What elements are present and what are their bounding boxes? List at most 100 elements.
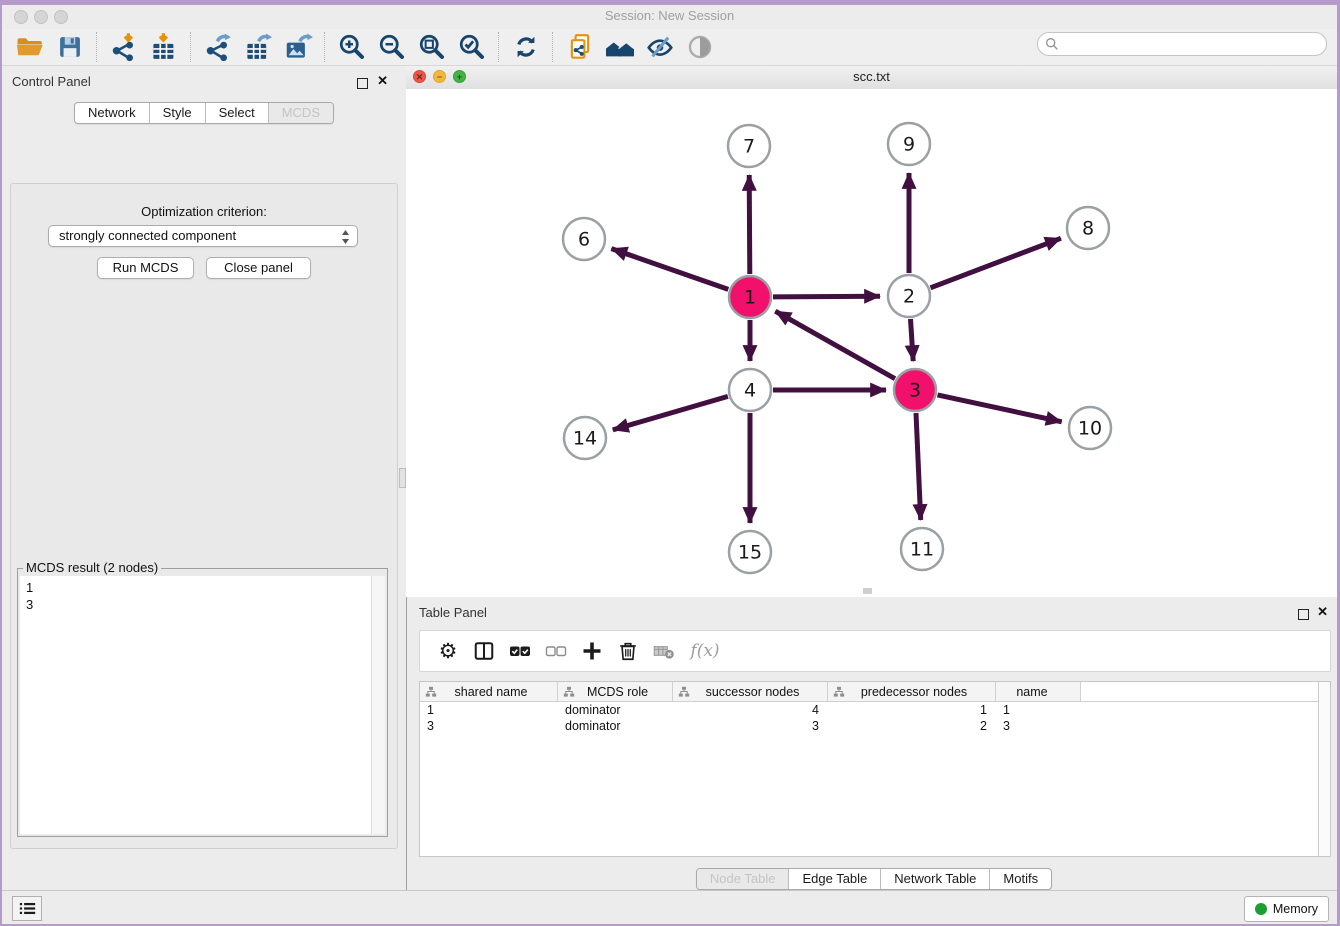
create-column-button[interactable] [574, 633, 610, 669]
control-panel-close-button[interactable]: ✕ [377, 76, 388, 86]
graph-edge-1-2[interactable] [773, 296, 880, 297]
import-table-button[interactable] [147, 31, 181, 63]
deselect-all-columns-button[interactable] [538, 633, 574, 669]
memory-button[interactable]: Memory [1244, 896, 1329, 922]
column-header-shared-name[interactable]: shared name [420, 682, 558, 701]
graph-node-14[interactable]: 14 [564, 417, 606, 459]
table-cell[interactable]: 3 [996, 719, 1081, 733]
table-cell[interactable]: 3 [673, 719, 828, 733]
table-cell[interactable]: 1 [420, 703, 558, 717]
select-all-columns-button[interactable] [502, 633, 538, 669]
desktop-edge [0, 0, 1340, 5]
export-network-button[interactable] [201, 31, 235, 63]
import-network-button[interactable] [107, 31, 141, 63]
tab-network[interactable]: Network [75, 103, 149, 123]
column-header-name[interactable]: name [996, 682, 1081, 701]
node-table: shared name MCDS role successor nodes pr… [419, 681, 1331, 857]
network-canvas[interactable]: 7 9 6 8 1 2 4 3 14 10 15 11 [406, 89, 1337, 597]
graph-edge-3-10[interactable] [938, 395, 1062, 422]
main-toolbar [2, 29, 1337, 66]
graph-edge-1-6[interactable] [611, 249, 728, 290]
open-session-button[interactable] [13, 31, 47, 63]
tab-mcds[interactable]: MCDS [268, 103, 333, 123]
network-scroll-grip[interactable] [863, 588, 872, 594]
delete-column-button[interactable] [610, 633, 646, 669]
criterion-select[interactable]: strongly connected component [48, 225, 358, 247]
graph-node-label: 4 [744, 380, 756, 402]
table-cell[interactable]: 1 [828, 703, 996, 717]
graph-node-6[interactable]: 6 [563, 218, 605, 260]
control-panel-float-button[interactable] [357, 76, 368, 94]
tab-node-table[interactable]: Node Table [697, 869, 789, 889]
tab-network-table[interactable]: Network Table [880, 869, 989, 889]
split-pane-button[interactable] [466, 633, 502, 669]
graph-node-2[interactable]: 2 [888, 275, 930, 317]
show-graphics-icon [686, 33, 714, 61]
table-cell[interactable]: dominator [558, 703, 673, 717]
toolbar-separator [96, 32, 98, 62]
select-all-checkbox-icon [508, 639, 532, 663]
export-table-button[interactable] [241, 31, 275, 63]
graph-node-7[interactable]: 7 [728, 125, 770, 167]
table-panel-float-button[interactable] [1298, 607, 1309, 625]
graph-edge-2-3[interactable] [911, 319, 914, 361]
control-panel: Control Panel ✕ NetworkStyleSelectMCDS O… [2, 66, 406, 891]
graph-edge-4-14[interactable] [613, 396, 728, 430]
graph-node-4[interactable]: 4 [729, 369, 771, 411]
graph-node-9[interactable]: 9 [888, 123, 930, 165]
graph-edge-3-1[interactable] [775, 311, 895, 379]
function-builder-button[interactable]: f(x) [682, 633, 728, 669]
table-scrollbar[interactable] [1318, 682, 1330, 856]
panel-divider-grip[interactable] [399, 468, 406, 488]
graph-edge-3-11[interactable] [916, 413, 921, 520]
graph-edge-2-8[interactable] [931, 238, 1061, 287]
close-panel-button[interactable]: Close panel [206, 257, 311, 279]
zoom-selected-button[interactable] [455, 31, 489, 63]
column-header-successor-nodes[interactable]: successor nodes [673, 682, 828, 701]
graph-node-11[interactable]: 11 [901, 528, 943, 570]
graph-edge-1-7[interactable] [749, 175, 750, 274]
graph-node-15[interactable]: 15 [729, 531, 771, 573]
run-mcds-button[interactable]: Run MCDS [97, 257, 194, 279]
table-cell[interactable]: 1 [996, 703, 1081, 717]
column-header-MCDS-role[interactable]: MCDS role [558, 682, 673, 701]
table-cell[interactable]: 3 [420, 719, 558, 733]
home-button[interactable] [603, 31, 637, 63]
column-header-predecessor-nodes[interactable]: predecessor nodes [828, 682, 996, 701]
mcds-result-text[interactable]: 1 3 [20, 576, 372, 834]
list-icon [19, 901, 36, 916]
export-image-button[interactable] [281, 31, 315, 63]
tab-select[interactable]: Select [205, 103, 268, 123]
show-graphics-button[interactable] [683, 31, 717, 63]
graph-node-1[interactable]: 1 [729, 276, 771, 318]
table-cell[interactable]: 4 [673, 703, 828, 717]
tab-motifs[interactable]: Motifs [989, 869, 1051, 889]
table-settings-button[interactable]: ⚙ [430, 633, 466, 669]
zoom-in-button[interactable] [335, 31, 369, 63]
clone-network-button[interactable] [563, 31, 597, 63]
graph-node-10[interactable]: 10 [1069, 407, 1111, 449]
table-panel-close-button[interactable]: ✕ [1317, 607, 1328, 617]
hide-graphics-button[interactable] [643, 31, 677, 63]
graph-node-label: 11 [910, 539, 934, 561]
table-cell[interactable]: dominator [558, 719, 673, 733]
tab-edge-table[interactable]: Edge Table [788, 869, 880, 889]
tab-style[interactable]: Style [149, 103, 205, 123]
task-history-button[interactable] [12, 896, 42, 921]
graph-node-label: 10 [1078, 418, 1102, 440]
network-window-titlebar[interactable]: ✕ − + scc.txt [406, 66, 1337, 90]
table-cell[interactable]: 2 [828, 719, 996, 733]
zoom-fit-button[interactable] [415, 31, 449, 63]
memory-status-icon [1255, 903, 1267, 915]
refresh-button[interactable] [509, 31, 543, 63]
graph-node-3[interactable]: 3 [894, 369, 936, 411]
mcds-result-scrollbar[interactable] [371, 576, 385, 834]
export-table-icon [243, 32, 273, 62]
zoom-out-button[interactable] [375, 31, 409, 63]
graph-node-8[interactable]: 8 [1067, 207, 1109, 249]
search-input[interactable] [1037, 32, 1327, 56]
delete-table-button[interactable] [646, 633, 682, 669]
table-row[interactable]: 1dominator411 [420, 702, 1330, 718]
table-row[interactable]: 3dominator323 [420, 718, 1330, 734]
save-session-button[interactable] [53, 31, 87, 63]
